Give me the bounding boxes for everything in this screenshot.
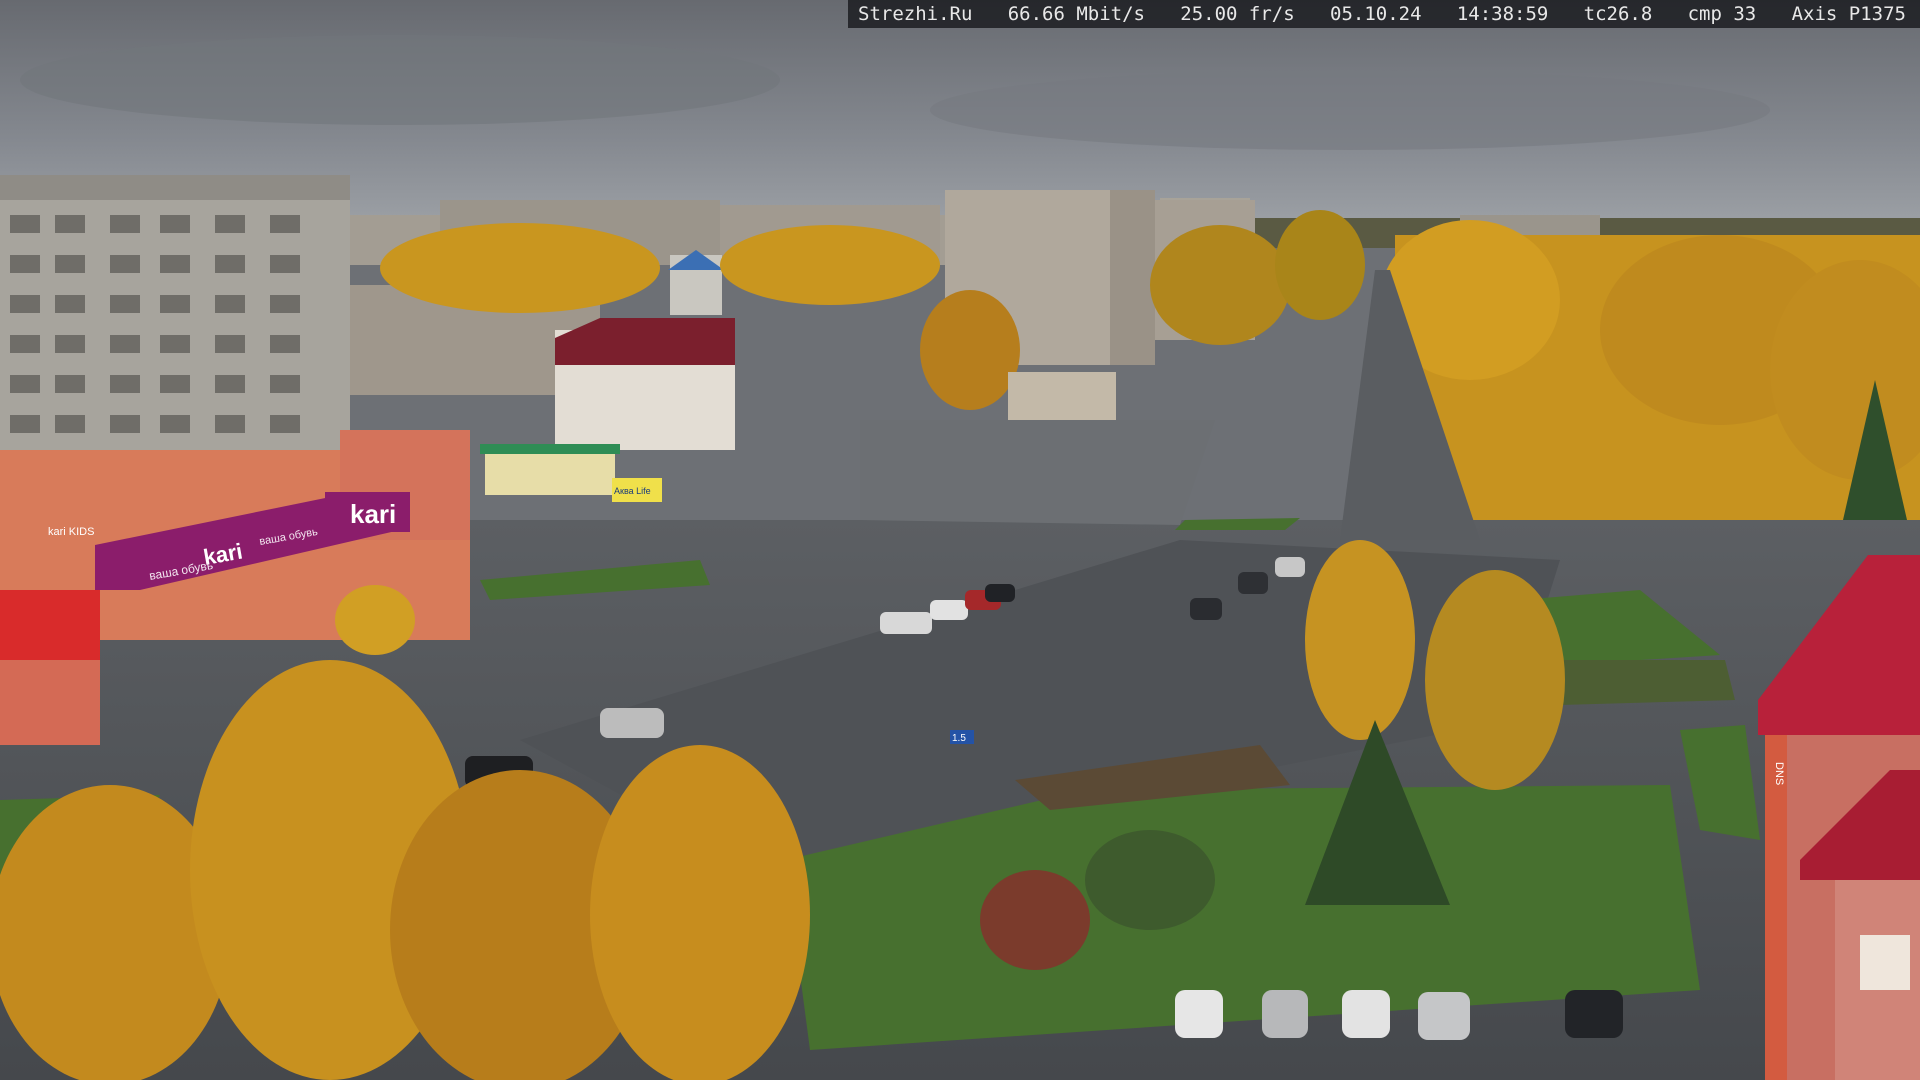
building-sign-right: DNS (1773, 762, 1785, 785)
kari-sign-large: kari (350, 499, 396, 529)
car (1418, 992, 1470, 1040)
kari-kids-sign: kari KIDS (48, 526, 94, 538)
cloud (930, 70, 1770, 150)
car (1175, 990, 1223, 1038)
shrub (1085, 830, 1215, 930)
osd-framerate: 25.00 fr/s (1180, 3, 1295, 25)
car (1342, 990, 1390, 1038)
osd-bitrate: 66.66 Mbit/s (1007, 3, 1145, 25)
osd-date: 05.10.24 (1330, 3, 1422, 25)
osd-time: 14:38:59 (1456, 3, 1549, 25)
osd-site: Strezhi.Ru (858, 3, 973, 25)
osd-tc: tc26.8 (1583, 3, 1653, 25)
cloud (20, 35, 780, 125)
car (1238, 572, 1268, 594)
akvalife-sign: Аква Life (614, 486, 651, 496)
paved-square (860, 420, 1215, 525)
car (930, 600, 968, 620)
square-pavilion (1008, 372, 1116, 420)
osd-model: Axis P1375 (1791, 3, 1906, 25)
camera-osd-overlay: Strezhi.Ru 66.66 Mbit/s 25.00 fr/s 05.10… (848, 0, 1920, 28)
car (600, 708, 664, 738)
webcam-scene: kari kari ваша обувь ваша обувь kari KID… (0, 0, 1920, 1080)
car (1275, 557, 1305, 577)
car (1565, 990, 1623, 1038)
green-kiosk-roof (480, 444, 620, 454)
green-kiosk (485, 450, 615, 495)
shrub (980, 870, 1090, 970)
car (1262, 990, 1308, 1038)
osd-cmp: cmp 33 (1687, 3, 1757, 25)
car (880, 612, 932, 634)
car (985, 584, 1015, 602)
road-sign: 1.5 (952, 733, 966, 744)
car (1190, 598, 1222, 620)
